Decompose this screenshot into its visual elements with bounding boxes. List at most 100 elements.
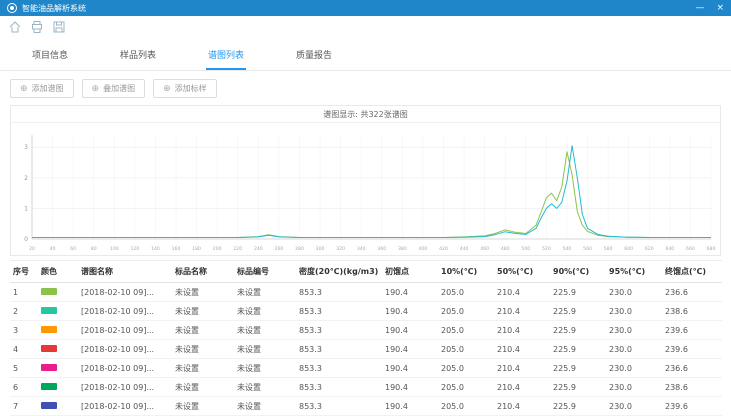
cell-std_no: 未设置 [234,302,296,321]
cell-no: 6 [10,378,38,397]
column-header: 谱图名称 [78,261,172,283]
titlebar: 智能油品解析系统 — × [0,0,731,16]
svg-text:0: 0 [24,236,28,243]
svg-text:200: 200 [213,246,222,252]
svg-text:320: 320 [336,246,345,252]
tab-quality-report[interactable]: 质量报告 [294,40,334,70]
column-header: 初馏点 [382,261,438,283]
cell-p10: 205.0 [438,283,494,302]
cell-std_name: 未设置 [172,397,234,416]
color-swatch [41,383,57,390]
cell-fbp: 238.6 [662,302,722,321]
svg-text:60: 60 [70,246,76,252]
chart-title: 谱图显示: 共322张谱图 [11,106,720,123]
table-row[interactable]: 1[2018-02-10 09]...未设置未设置853.3190.4205.0… [10,283,722,302]
svg-text:400: 400 [419,246,428,252]
cell-std_name: 未设置 [172,340,234,359]
svg-text:360: 360 [377,246,386,252]
svg-text:160: 160 [172,246,181,252]
column-header: 标品名称 [172,261,234,283]
cell-name: [2018-02-10 09]... [78,340,172,359]
print-icon[interactable] [30,19,44,33]
table-header-row: 序号颜色谱图名称标品名称标品编号密度(20℃)(kg/m3)初馏点10%(℃)5… [10,261,722,283]
tab-project-info[interactable]: 项目信息 [30,40,70,70]
tab-sample-list[interactable]: 样品列表 [118,40,158,70]
column-header: 密度(20℃)(kg/m3) [296,261,382,283]
table-row[interactable]: 2[2018-02-10 09]...未设置未设置853.3190.4205.0… [10,302,722,321]
cell-p50: 210.4 [494,321,550,340]
cell-p95: 230.0 [606,340,662,359]
cell-density: 853.3 [296,283,382,302]
cell-p90: 225.9 [550,397,606,416]
color-cell [38,340,78,359]
home-icon[interactable] [8,19,22,33]
cell-std_no: 未设置 [234,340,296,359]
svg-text:520: 520 [542,246,551,252]
svg-text:3: 3 [24,144,28,151]
cell-fbp: 238.6 [662,378,722,397]
spectra-table: 序号颜色谱图名称标品名称标品编号密度(20℃)(kg/m3)初馏点10%(℃)5… [10,260,722,416]
close-button[interactable]: × [716,0,724,16]
cell-name: [2018-02-10 09]... [78,397,172,416]
cell-ibp: 190.4 [382,378,438,397]
overlay-spectra-button[interactable]: ⊕叠加谱图 [82,79,146,98]
cell-no: 2 [10,302,38,321]
cell-p10: 205.0 [438,397,494,416]
spectra-table-wrap: 序号颜色谱图名称标品名称标品编号密度(20℃)(kg/m3)初馏点10%(℃)5… [10,260,721,416]
cell-name: [2018-02-10 09]... [78,283,172,302]
cell-ibp: 190.4 [382,321,438,340]
window-title: 智能油品解析系统 [22,3,86,14]
cell-p95: 230.0 [606,359,662,378]
chart-panel: 谱图显示: 共322张谱图 20406080100120140160180200… [10,105,721,256]
add-spectrum-button[interactable]: ⊕添加谱图 [10,79,74,98]
svg-text:120: 120 [130,246,139,252]
app-logo-icon [7,3,17,13]
quickbar [0,16,731,36]
cell-no: 1 [10,283,38,302]
save-icon[interactable] [52,19,66,33]
cell-p95: 230.0 [606,321,662,340]
svg-text:280: 280 [295,246,304,252]
cell-std_name: 未设置 [172,302,234,321]
series-spectrum-green [32,152,711,238]
action-label: 叠加谱图 [103,83,135,94]
plus-circle-icon: ⊕ [20,83,28,94]
table-row[interactable]: 6[2018-02-10 09]...未设置未设置853.3190.4205.0… [10,378,722,397]
cell-ibp: 190.4 [382,283,438,302]
column-header: 90%(℃) [550,261,606,283]
cell-std_name: 未设置 [172,321,234,340]
color-swatch [41,345,57,352]
svg-text:660: 660 [686,246,695,252]
color-swatch [41,364,57,371]
color-swatch [41,288,57,295]
tab-spectra-list[interactable]: 谱图列表 [206,40,246,70]
svg-text:300: 300 [316,246,325,252]
action-label: 添加标样 [175,83,207,94]
svg-text:560: 560 [583,246,592,252]
cell-p10: 205.0 [438,321,494,340]
cell-std_no: 未设置 [234,378,296,397]
table-row[interactable]: 4[2018-02-10 09]...未设置未设置853.3190.4205.0… [10,340,722,359]
cell-fbp: 236.6 [662,283,722,302]
svg-text:240: 240 [254,246,263,252]
cell-ibp: 190.4 [382,340,438,359]
cell-p90: 225.9 [550,283,606,302]
svg-text:180: 180 [192,246,201,252]
svg-text:460: 460 [480,246,489,252]
column-header: 颜色 [38,261,78,283]
column-header: 10%(℃) [438,261,494,283]
cell-density: 853.3 [296,359,382,378]
minimize-button[interactable]: — [695,0,704,16]
table-row[interactable]: 7[2018-02-10 09]...未设置未设置853.3190.4205.0… [10,397,722,416]
svg-text:20: 20 [29,246,35,252]
table-row[interactable]: 3[2018-02-10 09]...未设置未设置853.3190.4205.0… [10,321,722,340]
cell-p90: 225.9 [550,359,606,378]
add-standard-button[interactable]: ⊕添加标样 [153,79,217,98]
cell-name: [2018-02-10 09]... [78,378,172,397]
table-row[interactable]: 5[2018-02-10 09]...未设置未设置853.3190.4205.0… [10,359,722,378]
cell-p50: 210.4 [494,378,550,397]
cell-std_name: 未设置 [172,283,234,302]
cell-p95: 230.0 [606,302,662,321]
svg-text:2: 2 [24,175,28,182]
cell-p90: 225.9 [550,340,606,359]
